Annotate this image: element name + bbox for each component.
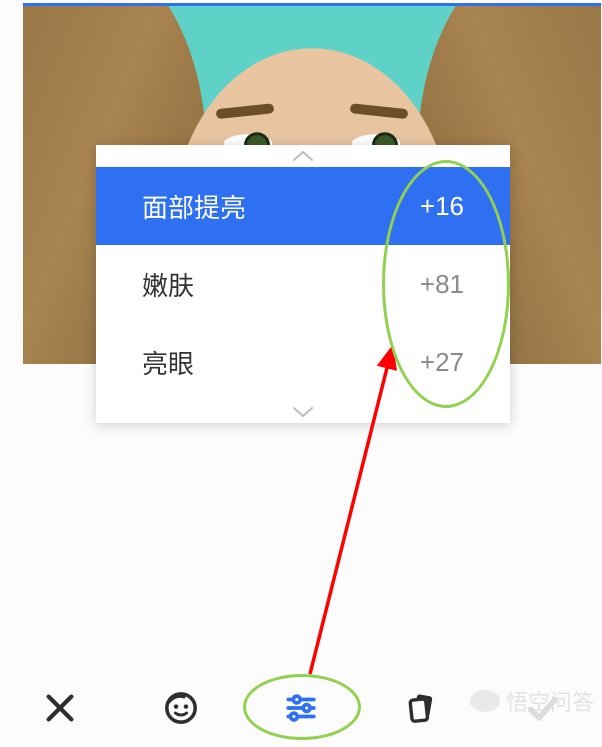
tune-button[interactable] (261, 678, 341, 738)
chevron-up-icon (291, 149, 315, 163)
face-icon (164, 691, 198, 725)
adjustment-row-value: +81 (420, 269, 464, 300)
adjustment-row-value: +16 (420, 191, 464, 222)
adjustment-panel: 面部提亮 +16 嫩肤 +81 亮眼 +27 (96, 145, 510, 423)
adjustment-row-face-brighten[interactable]: 面部提亮 +16 (96, 167, 510, 245)
adjustment-row-label: 嫩肤 (142, 266, 194, 303)
panel-scroll-up[interactable] (96, 145, 510, 167)
adjustment-row-label: 亮眼 (142, 344, 194, 381)
close-button[interactable] (20, 678, 100, 738)
apply-button[interactable] (502, 678, 582, 738)
check-icon (525, 691, 559, 725)
panel-scroll-down[interactable] (96, 401, 510, 423)
close-icon (43, 691, 77, 725)
face-tool-button[interactable] (141, 678, 221, 738)
cards-icon (404, 691, 438, 725)
adjustment-row-label: 面部提亮 (142, 188, 246, 225)
adjustment-row-value: +27 (420, 347, 464, 378)
tune-icon (284, 691, 318, 725)
styles-button[interactable] (381, 678, 461, 738)
bottom-toolbar (0, 669, 602, 747)
chevron-down-icon (291, 405, 315, 419)
adjustment-row-skin-smooth[interactable]: 嫩肤 +81 (96, 245, 510, 323)
adjustment-row-eye-brighten[interactable]: 亮眼 +27 (96, 323, 510, 401)
